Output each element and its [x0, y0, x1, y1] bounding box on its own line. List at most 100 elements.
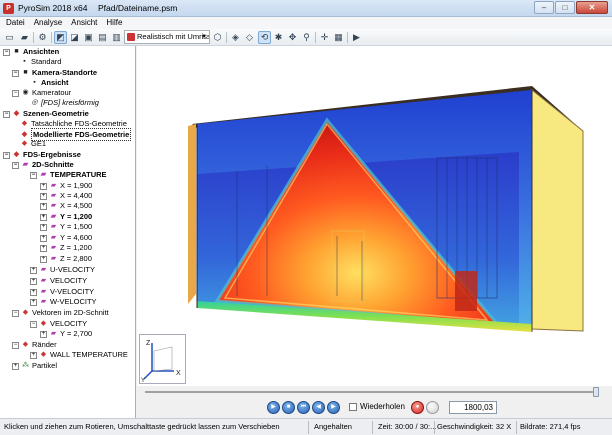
- view-mode-2-icon[interactable]: ◪: [68, 31, 81, 44]
- expand-icon[interactable]: +: [40, 255, 47, 263]
- tree-node-wall-temp[interactable]: + ◆ WALL TEMPERATURE: [30, 349, 128, 360]
- time-field[interactable]: 1800,03: [449, 401, 497, 414]
- new-file-icon[interactable]: ▭: [3, 31, 16, 44]
- expand-icon[interactable]: +: [40, 330, 47, 338]
- step-forward-icon[interactable]: ▶: [327, 401, 340, 414]
- tree-node-slice[interactable]: + ▰ Y = 1,500: [40, 221, 92, 232]
- expand-icon[interactable]: +: [30, 298, 37, 306]
- collapse-icon[interactable]: −: [12, 161, 19, 169]
- view-mode-3-icon[interactable]: ▣: [82, 31, 95, 44]
- eye-icon: ◉: [22, 89, 29, 97]
- expand-icon[interactable]: +: [30, 351, 37, 359]
- menu-datei[interactable]: Datei: [6, 17, 25, 29]
- collapse-icon[interactable]: −: [12, 341, 19, 349]
- expand-icon[interactable]: +: [40, 202, 47, 210]
- slice-icon: ▰: [50, 202, 57, 210]
- center-view-icon[interactable]: ✛: [318, 31, 331, 44]
- expand-icon[interactable]: +: [30, 277, 37, 285]
- menu-hilfe[interactable]: Hilfe: [106, 17, 122, 29]
- tree-node-partikel[interactable]: + ⁂ Partikel: [12, 360, 57, 371]
- collapse-icon[interactable]: −: [3, 151, 10, 159]
- slice-icon: ▰: [50, 255, 57, 263]
- particle-icon: ⁂: [22, 362, 29, 370]
- expand-icon[interactable]: +: [30, 266, 37, 274]
- tree-node-temperature[interactable]: − ▰ TEMPERATURE: [30, 169, 107, 180]
- slice-icon: ▰: [22, 161, 29, 169]
- rotate-tool-icon[interactable]: ⟲: [258, 31, 271, 44]
- rewind-start-icon[interactable]: ⏮: [297, 401, 310, 414]
- expand-icon[interactable]: +: [40, 192, 47, 200]
- zoom-tool-icon[interactable]: ⚲: [300, 31, 313, 44]
- collapse-icon[interactable]: −: [3, 110, 10, 118]
- collapse-icon[interactable]: −: [12, 89, 19, 97]
- collapse-icon[interactable]: −: [30, 320, 37, 328]
- scene-render[interactable]: [137, 46, 612, 386]
- time-slider[interactable]: [137, 386, 612, 398]
- menu-analyse[interactable]: Analyse: [34, 17, 62, 29]
- camera-icon[interactable]: ▶: [350, 31, 363, 44]
- play-icon[interactable]: ▶: [267, 401, 280, 414]
- status-hint: Klicken und ziehen zum Rotieren, Umschal…: [4, 422, 280, 431]
- 3d-viewport[interactable]: Z X Y: [137, 46, 612, 386]
- axis-y-label: Y: [141, 378, 145, 383]
- close-button[interactable]: ✕: [576, 1, 608, 14]
- tree-node-w-velocity[interactable]: + ▰ W-VELOCITY: [30, 296, 97, 307]
- view-style-select[interactable]: Realistisch mit Umriss ▼: [124, 30, 210, 44]
- navigation-tree: − ■ Ansichten ▪ Standard − ■ Kamera-Standorte…: [0, 46, 136, 418]
- geometry-icon: ◆: [13, 110, 20, 118]
- view-mode-1-icon[interactable]: ◩: [54, 31, 67, 44]
- wireframe-icon[interactable]: ⬡: [211, 31, 224, 44]
- collapse-icon[interactable]: −: [30, 171, 37, 179]
- tree-node-slice[interactable]: + ▰ Z = 2,800: [40, 253, 92, 264]
- camera-icon: ■: [14, 48, 19, 56]
- tree-node-standard[interactable]: ▪ Standard: [20, 56, 61, 67]
- playback-bar: ▶ ■ ⏮ ◀ ▶ Wiederholen ● 1800,03: [137, 398, 612, 418]
- view-mode-4-icon[interactable]: ▤: [96, 31, 109, 44]
- tree-node-velocity[interactable]: + ▰ VELOCITY: [30, 275, 87, 286]
- status-state: Angehalten: [314, 422, 352, 431]
- slice-icon: ▰: [50, 192, 57, 200]
- expand-icon[interactable]: +: [40, 244, 47, 252]
- record-icon[interactable]: ●: [411, 401, 424, 414]
- menu-ansicht[interactable]: Ansicht: [71, 17, 97, 29]
- tree-node-slice[interactable]: + ▰ Z = 1,200: [40, 242, 92, 253]
- time-slider-thumb[interactable]: [593, 387, 599, 397]
- time-slider-track[interactable]: [145, 391, 595, 393]
- open-folder-icon[interactable]: ▰: [18, 31, 31, 44]
- slice-icon: ▰: [50, 234, 57, 242]
- step-back-icon[interactable]: ◀: [312, 401, 325, 414]
- camera-icon: ■: [23, 69, 28, 77]
- collapse-icon[interactable]: −: [12, 69, 19, 77]
- eye-icon: ◎: [31, 99, 38, 107]
- repeat-checkbox[interactable]: [349, 403, 357, 411]
- expand-icon[interactable]: +: [40, 223, 47, 231]
- outline-view-icon[interactable]: ◇: [243, 31, 256, 44]
- expand-icon[interactable]: +: [30, 288, 37, 296]
- view-mode-5-icon[interactable]: ▥: [110, 31, 123, 44]
- slice-icon: ▰: [50, 182, 57, 190]
- boundary-icon: ◆: [40, 351, 47, 359]
- tree-node-slice[interactable]: + ▰ X = 4,500: [40, 200, 92, 211]
- stop-icon[interactable]: ■: [282, 401, 295, 414]
- collapse-icon[interactable]: −: [3, 48, 10, 56]
- tree-node-vektoren[interactable]: − ◆ Vektoren im 2D-Schnitt: [12, 307, 109, 318]
- collapse-icon[interactable]: −: [12, 309, 19, 317]
- expand-icon[interactable]: +: [12, 362, 19, 370]
- tree-node-fds-kreis[interactable]: ◎ [FDS] kreisförmig: [30, 97, 99, 108]
- maximize-button[interactable]: □: [555, 1, 575, 14]
- expand-icon[interactable]: +: [40, 234, 47, 242]
- minimize-button[interactable]: –: [534, 1, 554, 14]
- solid-view-icon[interactable]: ◈: [229, 31, 242, 44]
- reset-view-icon[interactable]: ▦: [332, 31, 345, 44]
- pan-tool-icon[interactable]: ✥: [286, 31, 299, 44]
- expand-icon[interactable]: +: [40, 213, 47, 221]
- tree-node-ge1[interactable]: ◆ GE1: [20, 138, 46, 149]
- tree-node-u-velocity[interactable]: + ▰ U-VELOCITY: [30, 264, 95, 275]
- slice-icon: ▰: [40, 288, 47, 296]
- expand-icon[interactable]: +: [40, 182, 47, 190]
- roam-tool-icon[interactable]: ✱: [272, 31, 285, 44]
- tree-node-vek-y[interactable]: + ▰ Y = 2,700: [40, 328, 92, 339]
- app-icon[interactable]: P: [3, 3, 14, 14]
- settings-icon[interactable]: ⚙: [36, 31, 49, 44]
- record-stop-icon[interactable]: [426, 401, 439, 414]
